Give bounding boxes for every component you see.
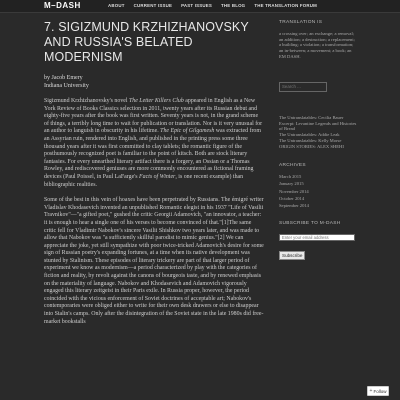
archives-title: ARCHIVES [279, 163, 306, 169]
archive-link[interactable]: January 2015 [279, 180, 357, 187]
top-bar: M–DASH ABOUT CURRENT ISSUE PAST ISSUES T… [0, 0, 400, 13]
archive-link[interactable]: September 2014 [279, 202, 357, 209]
sidebar: TRANSLATION IS a crossing over; an excha… [279, 20, 357, 262]
translation-widget-text: a crossing over; an exchange; a removal;… [279, 31, 355, 59]
book-title: The Epic of Gilgamesh [160, 128, 215, 135]
post-title: 7. SIGIZMUND KRZHIZHANOVSKY AND RUSSIA'S… [44, 20, 249, 64]
subscribe-title: SUBSCRIBE TO M-DASH [279, 221, 341, 227]
main-nav: ABOUT CURRENT ISSUE PAST ISSUES THE BLOG… [108, 3, 317, 8]
book-title: The Letter Killers Club [129, 98, 184, 104]
subscribe-button[interactable]: Subscribe [279, 251, 306, 261]
recent-post-link[interactable]: Excerpt: Levantine Legends and Histories… [279, 121, 357, 132]
author-name: by Jacob Emery [44, 75, 83, 81]
text-run: Sigizmund Krzhizhanovsky's novel [44, 98, 129, 104]
archive-link[interactable]: November 2014 [279, 188, 357, 195]
paragraph-1: Sigizmund Krzhizhanovsky's novel The Let… [44, 98, 264, 189]
book-title: Facts of Winter [139, 173, 176, 180]
translation-widget-title: TRANSLATION IS [279, 20, 323, 25]
author-affiliation: Indiana University [44, 83, 89, 89]
plus-icon: + [369, 388, 373, 394]
email-field[interactable] [279, 234, 355, 242]
site-title[interactable]: M–DASH [44, 1, 81, 10]
follow-label: Follow [373, 388, 387, 394]
follow-button[interactable]: + Follow [367, 386, 389, 396]
text-run: was extracted from an Assyrian ruin, ren… [44, 128, 261, 180]
nav-item-about[interactable]: ABOUT [108, 3, 125, 8]
nav-item-the-blog[interactable]: THE BLOG [221, 3, 245, 8]
search-input[interactable] [279, 81, 327, 92]
archive-list: March 2015 January 2015 November 2014 Oc… [279, 173, 357, 209]
nav-item-translation-forum[interactable]: THE TRANSLATION FORUM [254, 3, 317, 8]
nav-item-current-issue[interactable]: CURRENT ISSUE [134, 3, 172, 8]
paragraph-2: Some of the best in this vein of hoaxes … [44, 197, 264, 325]
byline: by Jacob Emery Indiana University [44, 74, 264, 90]
recent-posts: The Untranslatables: Cecilia Bauer Excer… [279, 115, 357, 149]
article: 7. SIGIZMUND KRZHIZHANOVSKY AND RUSSIA'S… [44, 20, 264, 326]
archive-link[interactable]: March 2015 [279, 173, 357, 180]
recent-post-link[interactable]: ORIGIN STORIES: ALEX SHEHI [279, 144, 357, 150]
archive-link[interactable]: October 2014 [279, 195, 357, 202]
nav-item-past-issues[interactable]: PAST ISSUES [181, 3, 212, 8]
